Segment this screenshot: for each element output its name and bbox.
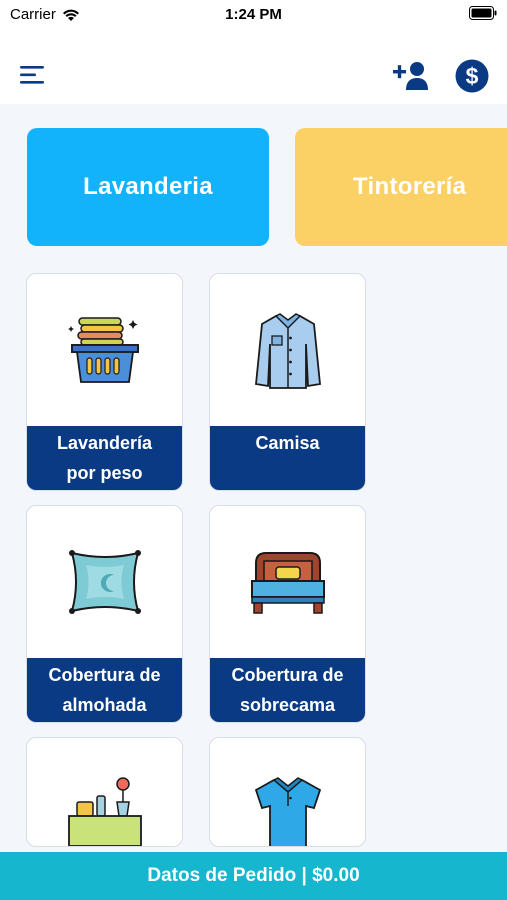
- card-label-line1: Lavandería: [56, 433, 153, 453]
- laundry-basket-icon: [67, 317, 139, 383]
- card-label: Lavandería por peso: [27, 426, 182, 490]
- category-tintoreria-button[interactable]: Tintorería: [295, 128, 507, 246]
- polo-shirt-icon: [254, 777, 321, 846]
- category-label: Lavanderia: [83, 173, 213, 200]
- battery-icon: [469, 6, 497, 20]
- hamburger-menu-icon[interactable]: [20, 66, 44, 84]
- card-label-line2: sobrecama: [239, 695, 336, 715]
- card-image: [27, 738, 182, 846]
- service-card-cobertura-almohada[interactable]: Cobertura de almohada: [26, 505, 183, 723]
- order-details-button[interactable]: Datos de Pedido | $0.00: [0, 852, 507, 900]
- pillow-icon: [68, 550, 141, 614]
- card-label: Cobertura de almohada: [27, 658, 182, 722]
- bed-icon: [250, 552, 325, 614]
- service-card-polo[interactable]: [209, 737, 366, 847]
- card-image: [210, 274, 365, 426]
- status-bar: Carrier 1:24 PM: [0, 0, 507, 30]
- card-label: Camisa: [210, 426, 365, 490]
- service-card-cobertura-sobrecama[interactable]: Cobertura de sobrecama: [209, 505, 366, 723]
- card-image: [27, 274, 182, 426]
- card-label-line1: Camisa: [255, 433, 320, 453]
- shirt-icon: [254, 313, 321, 389]
- tablecloth-icon: [67, 777, 142, 846]
- service-card-lavanderia-por-peso[interactable]: Lavandería por peso: [26, 273, 183, 491]
- card-image: [27, 506, 182, 658]
- card-label-line1: Cobertura de: [48, 665, 161, 685]
- svg-text:$: $: [466, 63, 479, 89]
- card-image: [210, 738, 365, 846]
- card-label-line2: por peso: [66, 463, 143, 483]
- category-label: Tintorería: [353, 173, 467, 200]
- service-card-mantel[interactable]: [26, 737, 183, 847]
- category-lavanderia-button[interactable]: Lavanderia: [27, 128, 269, 246]
- card-label-line1: Cobertura de: [231, 665, 344, 685]
- status-time: 1:24 PM: [225, 6, 282, 23]
- order-details-label: Datos de Pedido | $0.00: [147, 865, 360, 886]
- top-navigation-bar: $: [0, 30, 507, 104]
- card-image: [210, 506, 365, 658]
- dollar-circle-icon[interactable]: $: [455, 59, 489, 93]
- service-card-camisa[interactable]: Camisa: [209, 273, 366, 491]
- add-user-icon[interactable]: [393, 61, 433, 91]
- card-label-line2: almohada: [62, 695, 147, 715]
- card-label: Cobertura de sobrecama: [210, 658, 365, 722]
